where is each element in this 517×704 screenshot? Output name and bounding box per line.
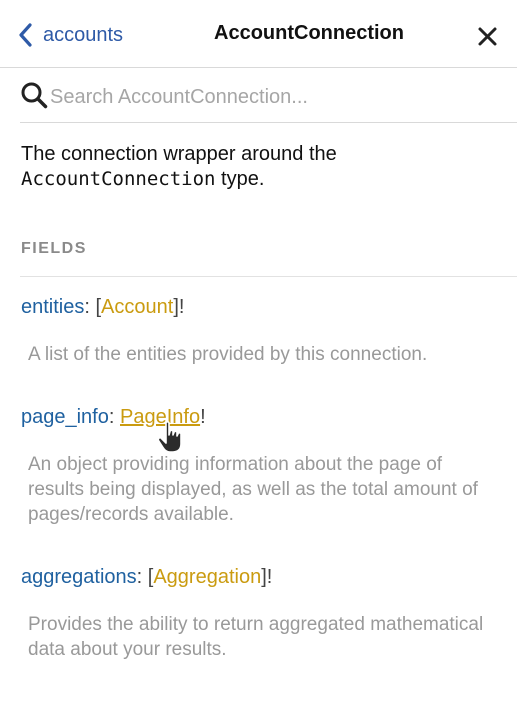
chevron-left-icon (19, 23, 32, 47)
description-prefix: The connection wrapper around the (21, 143, 337, 165)
field-name-link[interactable]: entities (21, 296, 84, 318)
field-suffix: ]! (261, 566, 273, 588)
type-link[interactable]: PageInfo (120, 406, 200, 428)
back-button[interactable]: accounts (17, 20, 123, 50)
fields-heading: FIELDS (21, 240, 87, 257)
field-suffix: ! (200, 406, 206, 428)
field-separator: : [ (84, 296, 102, 318)
fields-divider (20, 276, 517, 277)
type-link[interactable]: Aggregation (153, 566, 261, 588)
search-icon (21, 82, 48, 109)
doc-header: accounts AccountConnection (0, 0, 517, 68)
field-name-link[interactable]: aggregations (21, 566, 137, 588)
description-type-name: AccountConnection (21, 168, 216, 190)
field-description: Provides the ability to return aggregate… (28, 614, 484, 660)
field-suffix: ]! (173, 296, 185, 318)
field-signature-page-info: page_info: PageInfo! (21, 406, 206, 429)
field-separator: : [ (136, 566, 154, 588)
field-name-link[interactable]: page_info (21, 406, 109, 428)
page-title: AccountConnection (214, 22, 404, 44)
type-link[interactable]: Account (101, 296, 173, 318)
field-separator: : (108, 406, 120, 428)
field-signature-entities: entities: [Account]! (21, 296, 184, 319)
field-description: An object providing information about th… (28, 454, 478, 525)
field-description: A list of the entities provided by this … (28, 344, 428, 365)
field-signature-aggregations: aggregations: [Aggregation]! (21, 566, 272, 589)
description-suffix: type. (215, 168, 265, 190)
close-icon[interactable] (475, 24, 500, 49)
back-label: accounts (43, 23, 124, 46)
search-input[interactable] (50, 83, 490, 111)
type-description: The connection wrapper around the Accoun… (21, 142, 501, 192)
doc-explorer-panel: accounts AccountConnection The connectio… (0, 0, 517, 704)
search-bar (20, 69, 517, 123)
